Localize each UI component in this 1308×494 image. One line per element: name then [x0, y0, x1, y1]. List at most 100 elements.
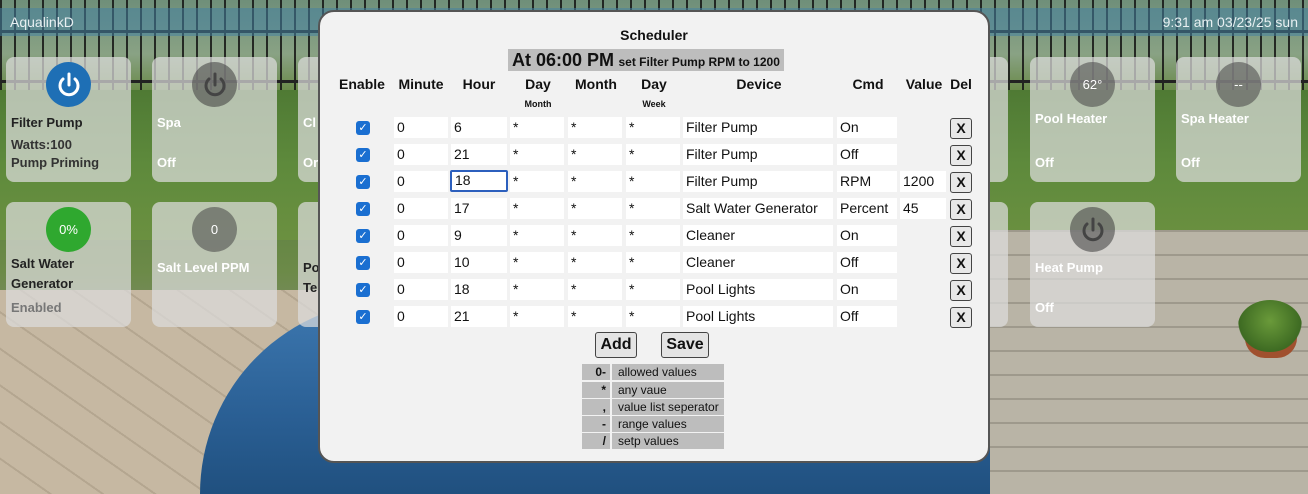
cmd-select[interactable]: RPM — [837, 171, 897, 192]
tile-spa-heater[interactable]: -- Spa Heater Off — [1176, 57, 1301, 182]
cmd-select[interactable]: Off — [837, 252, 897, 273]
delete-button[interactable]: X — [950, 253, 972, 274]
minute-field[interactable]: 0 — [394, 171, 448, 192]
day-month-field[interactable]: * — [510, 225, 564, 246]
delete-button[interactable]: X — [950, 307, 972, 328]
day-month-field[interactable]: * — [510, 144, 564, 165]
value-field[interactable]: 45 — [900, 198, 946, 219]
temperature-icon[interactable]: 62° — [1070, 62, 1115, 107]
schedule-row: ✓ 0 18 * * * Pool Lights On X — [320, 279, 988, 301]
enable-checkbox[interactable]: ✓ — [356, 310, 370, 324]
day-week-field[interactable]: * — [626, 306, 680, 327]
month-field[interactable]: * — [568, 306, 622, 327]
header-enable: Enable — [339, 76, 385, 92]
enable-checkbox[interactable]: ✓ — [356, 229, 370, 243]
delete-button[interactable]: X — [950, 280, 972, 301]
cmd-select[interactable]: Off — [837, 144, 897, 165]
device-select[interactable]: Salt Water Generator — [683, 198, 833, 219]
tile-salt-water-generator[interactable]: 0% Salt Water Generator Enabled — [6, 202, 131, 327]
hour-field[interactable]: 21 — [451, 144, 507, 165]
hour-field[interactable]: 21 — [451, 306, 507, 327]
power-icon[interactable] — [1070, 207, 1115, 252]
cmd-select[interactable]: On — [837, 117, 897, 138]
tile-name: Cl — [303, 115, 316, 130]
device-select[interactable]: Filter Pump — [683, 171, 833, 192]
enable-checkbox[interactable]: ✓ — [356, 121, 370, 135]
device-select[interactable]: Pool Lights — [683, 279, 833, 300]
day-month-field[interactable]: * — [510, 198, 564, 219]
day-week-field[interactable]: * — [626, 279, 680, 300]
device-select[interactable]: Cleaner — [683, 225, 833, 246]
minute-field[interactable]: 0 — [394, 279, 448, 300]
minute-field[interactable]: 0 — [394, 198, 448, 219]
minute-field[interactable]: 0 — [394, 306, 448, 327]
cmd-select[interactable]: On — [837, 279, 897, 300]
tile-salt-level[interactable]: 0 Salt Level PPM — [152, 202, 277, 327]
day-month-field[interactable]: * — [510, 171, 564, 192]
cmd-select[interactable]: Percent — [837, 198, 897, 219]
hour-field[interactable]: 18 — [451, 279, 507, 300]
schedule-row: ✓ 0 18 * * * Filter Pump RPM 1200 X — [320, 170, 988, 193]
hour-field[interactable]: 17 — [451, 198, 507, 219]
tile-partial-left[interactable]: Po Te — [298, 202, 320, 327]
device-select[interactable]: Pool Lights — [683, 306, 833, 327]
month-field[interactable]: * — [568, 117, 622, 138]
delete-button[interactable]: X — [950, 145, 972, 166]
value-field[interactable]: 1200 — [900, 171, 946, 192]
day-month-field[interactable]: * — [510, 252, 564, 273]
hour-field[interactable]: 18 — [450, 170, 508, 192]
day-week-field[interactable]: * — [626, 252, 680, 273]
minute-field[interactable]: 0 — [394, 117, 448, 138]
month-field[interactable]: * — [568, 144, 622, 165]
hour-field[interactable]: 9 — [451, 225, 507, 246]
save-button[interactable]: Save — [661, 332, 709, 358]
day-week-field[interactable]: * — [626, 171, 680, 192]
device-select[interactable]: Filter Pump — [683, 144, 833, 165]
minute-field[interactable]: 0 — [394, 225, 448, 246]
enable-checkbox[interactable]: ✓ — [356, 256, 370, 270]
minute-field[interactable]: 0 — [394, 252, 448, 273]
tile-partial-left[interactable]: Cl Or — [298, 57, 320, 182]
cmd-select[interactable]: On — [837, 225, 897, 246]
header-del: Del — [950, 76, 972, 92]
legend-key: / — [582, 433, 610, 449]
day-week-field[interactable]: * — [626, 144, 680, 165]
tile-heat-pump[interactable]: Heat Pump Off — [1030, 202, 1155, 327]
delete-button[interactable]: X — [950, 226, 972, 247]
day-month-field[interactable]: * — [510, 306, 564, 327]
power-icon[interactable] — [192, 62, 237, 107]
hour-field[interactable]: 6 — [451, 117, 507, 138]
tile-pool-heater[interactable]: 62° Pool Heater Off — [1030, 57, 1155, 182]
day-week-field[interactable]: * — [626, 225, 680, 246]
delete-button[interactable]: X — [950, 118, 972, 139]
month-field[interactable]: * — [568, 171, 622, 192]
tile-partial-right[interactable] — [990, 202, 1008, 327]
add-button[interactable]: Add — [595, 332, 637, 358]
percent-icon[interactable]: 0% — [46, 207, 91, 252]
power-icon[interactable] — [46, 62, 91, 107]
enable-checkbox[interactable]: ✓ — [356, 175, 370, 189]
month-field[interactable]: * — [568, 252, 622, 273]
enable-checkbox[interactable]: ✓ — [356, 148, 370, 162]
enable-checkbox[interactable]: ✓ — [356, 202, 370, 216]
temperature-icon[interactable]: -- — [1216, 62, 1261, 107]
device-select[interactable]: Filter Pump — [683, 117, 833, 138]
tile-filter-pump[interactable]: Filter Pump Watts:100 Pump Priming — [6, 57, 131, 182]
tile-spa[interactable]: Spa Off — [152, 57, 277, 182]
month-field[interactable]: * — [568, 225, 622, 246]
hour-field[interactable]: 10 — [451, 252, 507, 273]
day-month-field[interactable]: * — [510, 279, 564, 300]
delete-button[interactable]: X — [950, 172, 972, 193]
day-month-field[interactable]: * — [510, 117, 564, 138]
month-field[interactable]: * — [568, 279, 622, 300]
month-field[interactable]: * — [568, 198, 622, 219]
day-week-field[interactable]: * — [626, 117, 680, 138]
device-select[interactable]: Cleaner — [683, 252, 833, 273]
day-week-field[interactable]: * — [626, 198, 680, 219]
enable-checkbox[interactable]: ✓ — [356, 283, 370, 297]
value-icon[interactable]: 0 — [192, 207, 237, 252]
cmd-select[interactable]: Off — [837, 306, 897, 327]
minute-field[interactable]: 0 — [394, 144, 448, 165]
delete-button[interactable]: X — [950, 199, 972, 220]
tile-partial-right[interactable] — [990, 57, 1008, 182]
